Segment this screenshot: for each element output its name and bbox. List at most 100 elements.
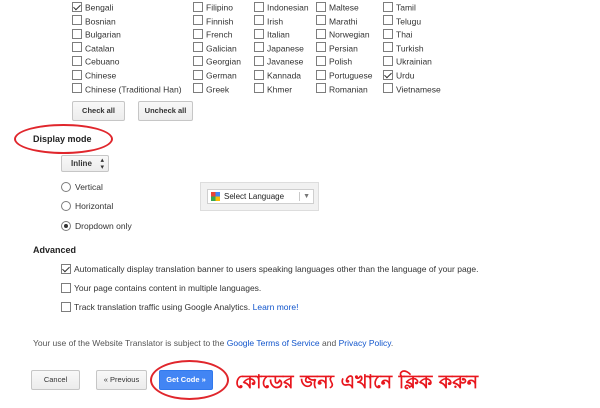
uncheck-all-button[interactable]: Uncheck all [138, 101, 193, 121]
language-option[interactable]: German [193, 69, 237, 83]
radio-button[interactable] [61, 181, 71, 192]
language-checkbox[interactable] [383, 56, 393, 67]
language-option[interactable]: Telugu [383, 15, 421, 29]
language-label: Kannada [267, 70, 302, 81]
language-option[interactable]: Irish [254, 15, 283, 29]
google-g-icon [211, 192, 220, 201]
language-checkbox[interactable] [316, 15, 326, 26]
language-checkbox[interactable] [383, 1, 393, 12]
language-checkbox[interactable] [193, 56, 203, 67]
language-option[interactable]: Turkish [383, 42, 424, 56]
advanced-option[interactable]: Track translation traffic using Google A… [61, 301, 299, 313]
language-option[interactable]: French [193, 28, 232, 42]
check-all-button[interactable]: Check all [72, 101, 125, 121]
advanced-checkbox[interactable] [61, 282, 71, 293]
language-option[interactable]: Persian [316, 42, 358, 56]
advanced-option[interactable]: Your page contains content in multiple l… [61, 282, 261, 294]
language-checkbox[interactable] [72, 1, 82, 12]
language-option[interactable]: Romanian [316, 83, 368, 97]
language-checkbox[interactable] [316, 56, 326, 67]
language-option[interactable]: Filipino [193, 1, 233, 15]
language-checkbox[interactable] [254, 1, 264, 12]
language-checkbox[interactable] [193, 15, 203, 26]
terms-of-service-link[interactable]: Google Terms of Service [227, 338, 320, 348]
language-checkbox[interactable] [254, 15, 264, 26]
advanced-option[interactable]: Automatically display translation banner… [61, 263, 479, 275]
language-checkbox[interactable] [383, 83, 393, 94]
privacy-policy-link[interactable]: Privacy Policy [339, 338, 391, 348]
language-option[interactable]: Finnish [193, 15, 233, 29]
language-label: Turkish [396, 43, 424, 54]
advanced-checkbox[interactable] [61, 263, 71, 274]
language-checkbox[interactable] [72, 83, 82, 94]
language-option[interactable]: Cebuano [72, 55, 120, 69]
language-option[interactable]: Marathi [316, 15, 357, 29]
language-checkbox[interactable] [193, 28, 203, 39]
language-option[interactable]: Portuguese [316, 69, 372, 83]
language-option[interactable]: Indonesian [254, 1, 309, 15]
chevron-down-icon: ▼ [303, 193, 310, 200]
language-checkbox[interactable] [72, 28, 82, 39]
display-mode-select[interactable]: Inline ▴ ▾ [61, 155, 109, 172]
get-code-button[interactable]: Get Code » [159, 370, 213, 390]
language-option[interactable]: Greek [193, 83, 229, 97]
language-checkbox[interactable] [72, 69, 82, 80]
language-checkbox[interactable] [254, 83, 264, 94]
previous-button[interactable]: « Previous [96, 370, 147, 390]
language-label: Greek [206, 84, 230, 95]
language-option[interactable]: Bengali [72, 1, 113, 15]
language-checkbox[interactable] [254, 56, 264, 67]
language-option[interactable]: Georgian [193, 55, 241, 69]
language-option[interactable]: Ukrainian [383, 55, 432, 69]
language-option[interactable]: Bosnian [72, 15, 116, 29]
language-option[interactable]: Polish [316, 55, 352, 69]
display-mode-option[interactable]: Dropdown only [61, 220, 132, 232]
language-option[interactable]: Norwegian [316, 28, 370, 42]
language-checkbox[interactable] [383, 69, 393, 80]
language-checkbox[interactable] [316, 1, 326, 12]
language-checkbox[interactable] [193, 83, 203, 94]
learn-more-link[interactable]: Learn more! [253, 302, 299, 312]
advanced-checkbox[interactable] [61, 301, 71, 312]
language-checkbox[interactable] [72, 15, 82, 26]
language-option[interactable]: Tamil [383, 1, 416, 15]
language-label: Italian [267, 29, 290, 40]
language-checkbox[interactable] [193, 42, 203, 53]
language-option[interactable]: Galician [193, 42, 237, 56]
language-option[interactable]: Bulgarian [72, 28, 121, 42]
language-checkbox[interactable] [254, 28, 264, 39]
language-checkbox[interactable] [72, 56, 82, 67]
language-option[interactable]: Urdu [383, 69, 414, 83]
select-language-widget[interactable]: Select Language ▼ [200, 182, 319, 211]
language-option[interactable]: Catalan [72, 42, 114, 56]
radio-button[interactable] [61, 200, 71, 211]
cancel-button[interactable]: Cancel [31, 370, 80, 390]
language-checkbox[interactable] [383, 15, 393, 26]
language-option[interactable]: Maltese [316, 1, 359, 15]
language-option[interactable]: Khmer [254, 83, 292, 97]
language-option[interactable]: Chinese (Traditional Han) [72, 83, 182, 97]
language-option[interactable]: Javanese [254, 55, 303, 69]
language-checkbox[interactable] [383, 28, 393, 39]
language-checkbox[interactable] [316, 28, 326, 39]
language-option[interactable]: Vietnamese [383, 83, 441, 97]
language-checkbox[interactable] [193, 69, 203, 80]
language-label: Urdu [396, 70, 415, 81]
language-checkbox[interactable] [193, 1, 203, 12]
language-checkbox[interactable] [316, 83, 326, 94]
radio-button[interactable] [61, 220, 71, 231]
language-label: Bulgarian [85, 29, 121, 40]
language-checkbox[interactable] [254, 69, 264, 80]
language-checkbox[interactable] [254, 42, 264, 53]
language-option[interactable]: Thai [383, 28, 413, 42]
language-checkbox[interactable] [383, 42, 393, 53]
display-mode-option[interactable]: Vertical [61, 181, 103, 193]
language-checkbox[interactable] [316, 69, 326, 80]
language-checkbox[interactable] [316, 42, 326, 53]
language-option[interactable]: Chinese [72, 69, 116, 83]
language-option[interactable]: Italian [254, 28, 290, 42]
language-checkbox[interactable] [72, 42, 82, 53]
display-mode-option[interactable]: Horizontal [61, 200, 113, 212]
language-option[interactable]: Japanese [254, 42, 304, 56]
language-option[interactable]: Kannada [254, 69, 301, 83]
